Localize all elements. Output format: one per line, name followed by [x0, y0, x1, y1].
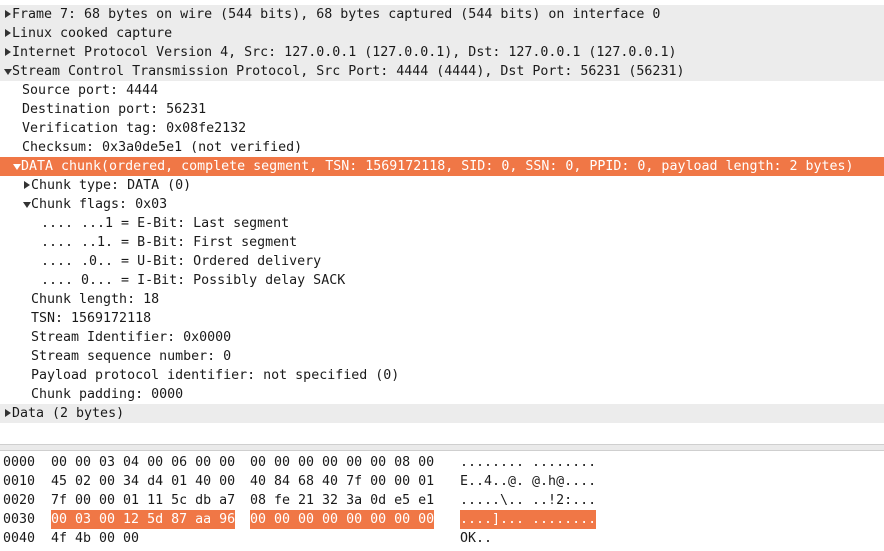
tree-row-label: .... .0.. = U-Bit: Ordered delivery — [41, 254, 322, 269]
tree-row[interactable]: Source port: 4444 — [0, 81, 884, 100]
tree-row-label: Destination port: 56231 — [22, 102, 207, 117]
tree-row-label: Checksum: 0x3a0de5e1 (not verified) — [22, 140, 303, 155]
hex-row: 0000 00 00 03 04 00 06 00 00 00 00 00 00 0… — [0, 453, 884, 472]
tree-row-label: Internet Protocol Version 4, Src: 127.0.… — [12, 45, 677, 60]
tree-row[interactable]: TSN: 1569172118 — [0, 309, 884, 328]
hex-bytes-group-2[interactable]: 00 00 00 00 00 00 08 00 — [250, 453, 434, 472]
tree-row[interactable]: DATA chunk(ordered, complete segment, TS… — [0, 157, 884, 176]
tree-row[interactable]: Chunk length: 18 — [0, 290, 884, 309]
tree-row-label: .... ..1. = B-Bit: First segment — [41, 235, 298, 250]
tree-row[interactable]: Stream Control Transmission Protocol, Sr… — [0, 62, 884, 81]
hex-row: 0020 7f 00 00 01 11 5c db a7 08 fe 21 32 3… — [0, 491, 884, 510]
tree-row-label: Source port: 4444 — [22, 83, 159, 98]
tree-row[interactable]: Chunk type: DATA (0) — [0, 176, 884, 195]
tree-row-label: Linux cooked capture — [12, 26, 173, 41]
hex-bytes-group-2[interactable]: 08 fe 21 32 3a 0d e5 e1 — [250, 491, 434, 510]
hex-offset: 0000 — [3, 455, 36, 470]
tree-row-label: Chunk length: 18 — [31, 292, 160, 307]
tree-row[interactable]: Chunk flags: 0x03 — [0, 195, 884, 214]
hex-bytes-group-2[interactable]: 40 84 68 40 7f 00 00 01 — [250, 472, 434, 491]
tree-row-label: Stream Control Transmission Protocol, Sr… — [12, 64, 685, 79]
packet-details-pane[interactable]: Frame 7: 68 bytes on wire (544 bits), 68… — [0, 0, 884, 444]
hex-ascii[interactable]: E..4..@. @.h@.... — [460, 472, 596, 491]
tree-row[interactable]: .... .0.. = U-Bit: Ordered delivery — [0, 252, 884, 271]
hex-bytes-group-1[interactable]: 00 00 03 04 00 06 00 00 — [51, 453, 235, 472]
tree-row[interactable]: Frame 7: 68 bytes on wire (544 bits), 68… — [0, 5, 884, 24]
tree-row-label: Data (2 bytes) — [12, 406, 125, 421]
tree-row-label: Payload protocol identifier: not specifi… — [31, 368, 400, 383]
tree-row[interactable]: Linux cooked capture — [0, 24, 884, 43]
tree-row-label: TSN: 1569172118 — [31, 311, 152, 326]
tree-row-label: Stream Identifier: 0x0000 — [31, 330, 232, 345]
tree-row[interactable]: Stream sequence number: 0 — [0, 347, 884, 366]
hex-row: 0010 45 02 00 34 d4 01 40 00 40 84 68 40 7… — [0, 472, 884, 491]
hex-bytes-group-1[interactable]: 00 03 00 12 5d 87 aa 96 — [51, 510, 236, 529]
hex-ascii[interactable]: ....]... ........ — [460, 510, 597, 529]
hex-bytes-group-1[interactable]: 4f 4b 00 00 — [51, 529, 139, 548]
tree-row-label: .... ...1 = E-Bit: Last segment — [41, 216, 290, 231]
hex-row: 0040 4f 4b 00 00 OK.. — [0, 529, 884, 548]
tree-row[interactable]: .... 0... = I-Bit: Possibly delay SACK — [0, 271, 884, 290]
pane-splitter[interactable] — [0, 444, 884, 451]
collapsed-triangle-icon[interactable] — [3, 43, 12, 62]
tree-row[interactable]: Data (2 bytes) — [0, 404, 884, 423]
tree-row[interactable]: Internet Protocol Version 4, Src: 127.0.… — [0, 43, 884, 62]
hex-offset: 0010 — [3, 474, 36, 489]
expanded-triangle-icon[interactable] — [22, 195, 31, 214]
hex-ascii[interactable]: OK.. — [460, 529, 492, 548]
tree-row[interactable]: .... ..1. = B-Bit: First segment — [0, 233, 884, 252]
tree-row[interactable]: Payload protocol identifier: not specifi… — [0, 366, 884, 385]
hex-ascii[interactable]: ........ ........ — [460, 453, 596, 472]
tree-row-label: Chunk flags: 0x03 — [31, 197, 168, 212]
expanded-triangle-icon[interactable] — [12, 157, 21, 176]
hex-offset: 0020 — [3, 493, 36, 508]
hex-ascii[interactable]: .....\.. ..!2:... — [460, 491, 596, 510]
collapsed-triangle-icon[interactable] — [3, 5, 12, 24]
tree-row[interactable]: Stream Identifier: 0x0000 — [0, 328, 884, 347]
tree-row-label: Stream sequence number: 0 — [31, 349, 232, 364]
tree-row-label: .... 0... = I-Bit: Possibly delay SACK — [41, 273, 346, 288]
hex-offset: 0030 — [3, 512, 36, 527]
hex-bytes-group-2[interactable]: 00 00 00 00 00 00 00 00 — [250, 510, 435, 529]
tree-row[interactable]: Checksum: 0x3a0de5e1 (not verified) — [0, 138, 884, 157]
collapsed-triangle-icon[interactable] — [22, 176, 31, 195]
packet-bytes-pane[interactable]: 0000 00 00 03 04 00 06 00 00 00 00 00 00 0… — [0, 451, 884, 551]
expanded-triangle-icon[interactable] — [3, 62, 12, 81]
hex-offset: 0040 — [3, 531, 36, 546]
tree-row-label: Frame 7: 68 bytes on wire (544 bits), 68… — [12, 7, 661, 22]
tree-row-label: DATA chunk(ordered, complete segment, TS… — [21, 159, 854, 174]
hex-bytes-group-1[interactable]: 45 02 00 34 d4 01 40 00 — [51, 472, 235, 491]
collapsed-triangle-icon[interactable] — [3, 24, 12, 43]
tree-row[interactable]: Destination port: 56231 — [0, 100, 884, 119]
collapsed-triangle-icon[interactable] — [3, 404, 12, 423]
tree-row[interactable]: Verification tag: 0x08fe2132 — [0, 119, 884, 138]
tree-row[interactable]: Chunk padding: 0000 — [0, 385, 884, 404]
hex-row: 0030 00 03 00 12 5d 87 aa 96 00 00 00 00 0… — [0, 510, 884, 529]
tree-row-label: Chunk padding: 0000 — [31, 387, 184, 402]
tree-row-label: Verification tag: 0x08fe2132 — [22, 121, 247, 136]
hex-bytes-group-1[interactable]: 7f 00 00 01 11 5c db a7 — [51, 491, 235, 510]
tree-row-label: Chunk type: DATA (0) — [31, 178, 192, 193]
tree-row[interactable]: .... ...1 = E-Bit: Last segment — [0, 214, 884, 233]
